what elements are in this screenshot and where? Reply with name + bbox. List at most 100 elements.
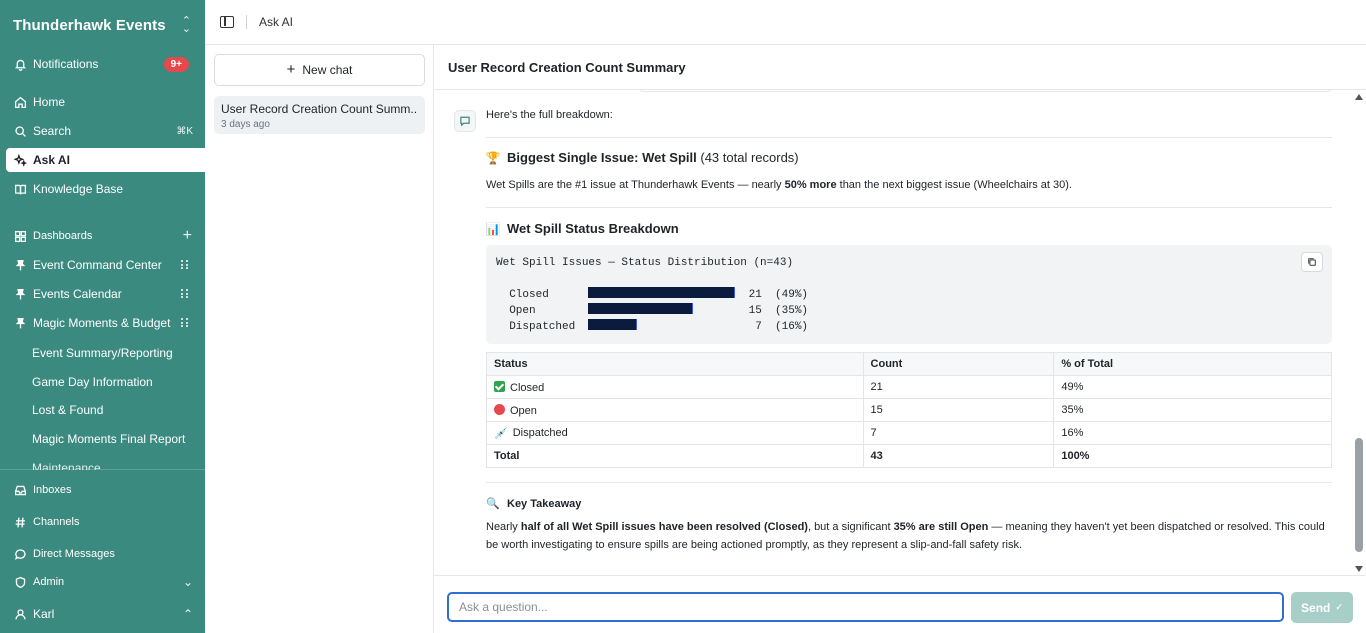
text-part: Nearly bbox=[486, 521, 521, 533]
code-block: Wet Spill Issues — Status Distribution (… bbox=[486, 245, 1332, 344]
count-cell: 7 bbox=[862, 421, 1055, 445]
workspace-name: Thunderhawk Events bbox=[13, 16, 166, 34]
pct-cell: 49% bbox=[1053, 375, 1332, 399]
chat-bubble-icon bbox=[460, 116, 470, 127]
book-icon bbox=[13, 182, 27, 196]
chat-scroll-area[interactable]: Here's the full breakdown: 🏆 Biggest Sin… bbox=[434, 90, 1366, 575]
composer: Send ✓ bbox=[434, 575, 1366, 633]
ask-input[interactable] bbox=[447, 592, 1284, 622]
sidebar-item-home[interactable]: Home bbox=[6, 90, 205, 114]
status-table: Status Count % of Total Closed 21 49% Op… bbox=[486, 352, 1332, 468]
sidebar-item-pinned-dashboard[interactable]: Event Command Center bbox=[6, 253, 205, 277]
red-circle-icon bbox=[494, 403, 505, 415]
sidebar-dashboard-link[interactable]: Event Summary/Reporting bbox=[32, 346, 173, 360]
sidebar-item-label: Home bbox=[33, 95, 66, 109]
notification-badge: 9+ bbox=[163, 56, 189, 72]
drag-handle-icon[interactable] bbox=[181, 289, 189, 299]
drag-handle-icon[interactable] bbox=[181, 318, 189, 328]
inbox-icon bbox=[13, 483, 27, 497]
pin-icon bbox=[13, 316, 27, 330]
scroll-up-icon[interactable] bbox=[1355, 94, 1363, 100]
send-button[interactable]: Send ✓ bbox=[1291, 592, 1353, 623]
table-row: Open 15 35% bbox=[486, 398, 1332, 422]
new-chat-button[interactable]: + New chat bbox=[214, 54, 425, 86]
sidebar-section-dashboards[interactable]: Dashboards + bbox=[6, 224, 205, 248]
sidebar-item-search[interactable]: Search ⌘K bbox=[6, 119, 205, 143]
status-cell: Open bbox=[486, 398, 864, 422]
grid-icon bbox=[13, 229, 27, 243]
app-root: Thunderhawk Events ⌃ ⌄ Notifications 9+ H… bbox=[0, 0, 1366, 633]
heading-suffix: (43 total records) bbox=[696, 150, 799, 165]
sidebar-dashboard-link[interactable]: Magic Moments Final Report bbox=[32, 432, 185, 446]
table-total-row: Total 43 100% bbox=[486, 444, 1332, 468]
sidebar-item-pinned-dashboard[interactable]: Magic Moments & Budget bbox=[6, 311, 205, 335]
text-part: than the next biggest issue (Wheelchairs… bbox=[836, 179, 1072, 191]
sidebar-item-label: Admin bbox=[33, 576, 65, 588]
scrollbar[interactable] bbox=[1354, 90, 1364, 575]
workspace-switcher[interactable]: Thunderhawk Events ⌃ ⌄ bbox=[0, 0, 205, 50]
sparkle-icon bbox=[13, 153, 27, 167]
chat-title: User Record Creation Count Summary bbox=[434, 45, 1366, 90]
sidebar-item-user[interactable]: Karl ⌃ bbox=[6, 602, 205, 626]
sidebar-divider bbox=[0, 469, 205, 470]
code-row-count: 21 bbox=[748, 289, 762, 301]
home-icon bbox=[13, 95, 27, 109]
user-icon bbox=[13, 607, 27, 621]
new-chat-label: New chat bbox=[302, 63, 353, 77]
sidebar-item-inboxes[interactable]: Inboxes bbox=[6, 478, 205, 502]
status-label: Open bbox=[510, 404, 537, 417]
text-bold: 35% are still Open bbox=[893, 521, 989, 533]
scroll-down-icon[interactable] bbox=[1355, 566, 1363, 572]
sidebar-item-notifications[interactable]: Notifications 9+ bbox=[6, 52, 205, 76]
code-row-label: Dispatched bbox=[509, 321, 576, 333]
sidebar-item-label: Search bbox=[33, 124, 72, 138]
biggest-issue-text: Wet Spills are the #1 issue at Thunderha… bbox=[486, 176, 1072, 194]
bell-icon bbox=[13, 57, 27, 71]
text-bold: 50% more bbox=[784, 179, 837, 191]
sidebar-item-pinned-dashboard[interactable]: Events Calendar bbox=[6, 282, 205, 306]
sidebar-item-direct-messages[interactable]: Direct Messages bbox=[6, 542, 205, 566]
text-bold: half of all Wet Spill issues have been r… bbox=[520, 521, 808, 533]
divider bbox=[486, 207, 1332, 208]
sidebar-toggle-icon[interactable] bbox=[220, 16, 234, 28]
drag-handle-icon[interactable] bbox=[181, 260, 189, 270]
section-heading-biggest-issue: 🏆 Biggest Single Issue: Wet Spill (43 to… bbox=[486, 150, 799, 165]
sidebar-item-ask-ai[interactable]: Ask AI bbox=[6, 148, 205, 172]
assistant-avatar bbox=[454, 110, 476, 132]
sidebar-item-label: Notifications bbox=[33, 57, 99, 71]
scroll-thumb[interactable] bbox=[1355, 438, 1363, 552]
send-check-icon: ✓ bbox=[1335, 602, 1343, 612]
sidebar-item-label: Direct Messages bbox=[33, 548, 115, 560]
sidebar-item-label: Inboxes bbox=[33, 484, 72, 496]
add-dashboard-icon[interactable]: + bbox=[183, 227, 192, 245]
heading-prefix: Biggest Single Issue: bbox=[507, 150, 643, 165]
section-heading-status-breakdown: 📊 Wet Spill Status Breakdown bbox=[486, 221, 679, 236]
search-icon bbox=[13, 124, 27, 138]
sidebar-dashboard-link[interactable]: Lost & Found bbox=[32, 403, 103, 417]
pin-icon bbox=[13, 287, 27, 301]
sidebar-item-admin[interactable]: Admin ⌄ bbox=[6, 570, 205, 594]
sidebar-item-channels[interactable]: Channels bbox=[6, 510, 205, 534]
status-label: Closed bbox=[510, 381, 545, 394]
table-header-row: Status Count % of Total bbox=[486, 352, 1332, 376]
code-row: Open 15 (35%) bbox=[496, 303, 1322, 319]
chevron-down-icon: ⌄ bbox=[182, 575, 193, 589]
chat-history-title: User Record Creation Count Summ... bbox=[221, 102, 418, 116]
chat-history-date: 3 days ago bbox=[221, 119, 270, 130]
chat-main: User Record Creation Count Summary Here'… bbox=[434, 45, 1366, 633]
pct-cell: 16% bbox=[1053, 421, 1332, 445]
pin-icon bbox=[13, 258, 27, 272]
sidebar-dashboard-link[interactable]: Game Day Information bbox=[32, 375, 153, 389]
code-bar-open bbox=[588, 303, 694, 314]
total-count: 43 bbox=[862, 444, 1055, 468]
code-title: Wet Spill Issues — Status Distribution (… bbox=[496, 257, 794, 269]
intro-text: Here's the full breakdown: bbox=[486, 109, 613, 121]
send-label: Send bbox=[1301, 600, 1331, 615]
breadcrumb: Ask AI bbox=[259, 15, 294, 29]
status-cell: Closed bbox=[486, 375, 864, 399]
text-part: Wet Spills are the #1 issue at Thunderha… bbox=[486, 179, 785, 191]
sidebar-item-knowledge-base[interactable]: Knowledge Base bbox=[6, 177, 205, 201]
chat-history-item[interactable]: User Record Creation Count Summ... 3 day… bbox=[214, 96, 425, 134]
table-header: % of Total bbox=[1053, 352, 1332, 376]
table-header: Count bbox=[862, 352, 1055, 376]
